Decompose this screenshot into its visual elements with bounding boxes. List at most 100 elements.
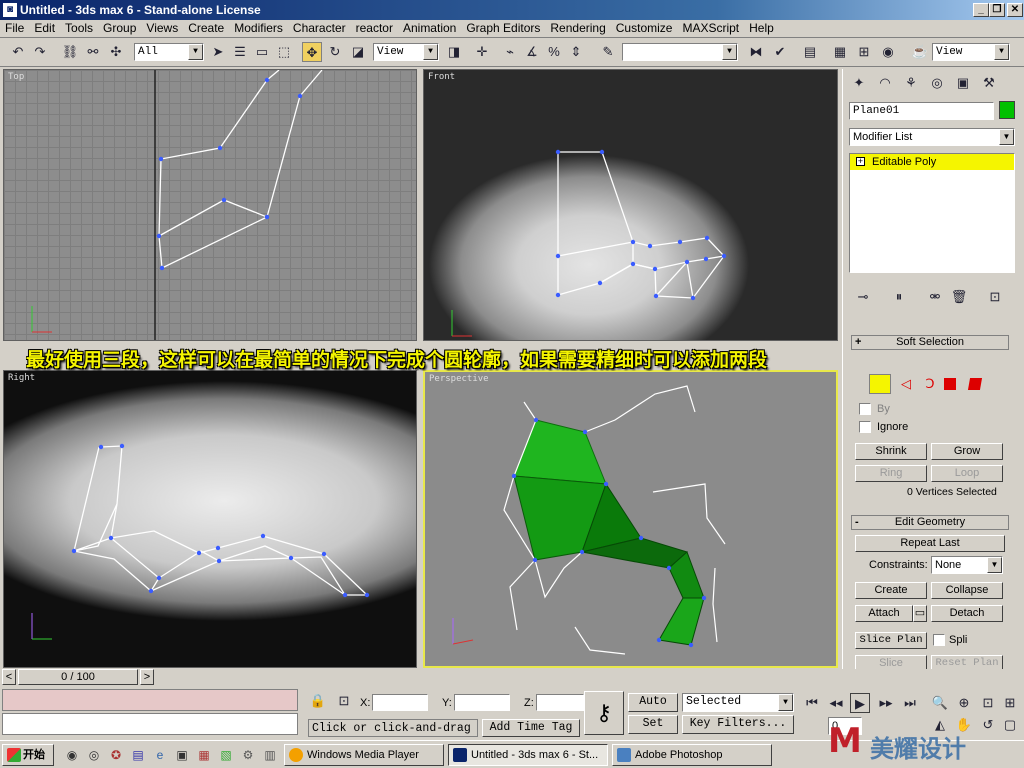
- viewport-top[interactable]: Top: [3, 69, 417, 341]
- menu-rendering[interactable]: Rendering: [545, 20, 610, 37]
- minimize-button[interactable]: _: [973, 3, 989, 17]
- menu-modifiers[interactable]: Modifiers: [229, 20, 288, 37]
- menu-file[interactable]: File: [0, 20, 29, 37]
- constraints-dropdown[interactable]: None ▼: [931, 556, 1003, 574]
- select-arrow-icon[interactable]: ➤: [208, 42, 228, 62]
- select-by-name-icon[interactable]: ☰: [230, 42, 250, 62]
- object-color-swatch[interactable]: [999, 101, 1015, 119]
- viewport-right[interactable]: Right: [3, 370, 417, 668]
- rect-selection-icon[interactable]: ▭: [252, 42, 272, 62]
- menu-animation[interactable]: Animation: [398, 20, 461, 37]
- scale-icon[interactable]: ◪: [348, 42, 368, 62]
- auto-key-button[interactable]: Auto Key: [628, 693, 678, 712]
- key-mode-dropdown[interactable]: Selected ▼: [682, 693, 794, 712]
- z-coordinate-field[interactable]: [536, 694, 584, 711]
- grow-button[interactable]: Grow: [931, 443, 1003, 460]
- edge-subobject-icon[interactable]: ◁: [895, 374, 917, 394]
- menu-create[interactable]: Create: [183, 20, 229, 37]
- task-3ds-max[interactable]: Untitled - 3ds max 6 - St...: [448, 744, 608, 766]
- repeat-last-button[interactable]: Repeat Last: [855, 535, 1005, 552]
- curve-editor-icon[interactable]: ▦: [830, 42, 850, 62]
- collapse-button[interactable]: Collapse: [931, 582, 1003, 599]
- menu-customize[interactable]: Customize: [611, 20, 678, 37]
- pivot-center-icon[interactable]: ◨: [444, 42, 464, 62]
- set-key-icon[interactable]: ⚷: [584, 691, 624, 735]
- viewport-label-perspective[interactable]: Perspective: [429, 374, 489, 384]
- attach-list-icon[interactable]: ▭: [913, 605, 927, 622]
- detach-button[interactable]: Detach: [931, 605, 1003, 622]
- time-next-button[interactable]: >: [140, 669, 154, 685]
- quick-launch-media-icon[interactable]: ◉: [64, 747, 80, 763]
- zoom-icon[interactable]: 🔍: [930, 693, 950, 713]
- quick-launch-powerpoint-icon[interactable]: ▦: [196, 747, 212, 763]
- absolute-mode-icon[interactable]: ⊡: [334, 691, 354, 711]
- quick-launch-tool-icon[interactable]: ▣: [174, 747, 190, 763]
- expand-icon[interactable]: +: [856, 157, 865, 166]
- vertex-subobject-icon[interactable]: [869, 374, 891, 394]
- manipulate-icon[interactable]: ✛: [472, 42, 492, 62]
- selection-filter-dropdown[interactable]: All ▼: [134, 43, 204, 61]
- viewport-front[interactable]: Front: [423, 69, 838, 341]
- quick-launch-word-icon[interactable]: ▤: [130, 747, 146, 763]
- previous-frame-icon[interactable]: ◂◂: [826, 693, 846, 713]
- modifier-list-dropdown[interactable]: Modifier List ▼: [849, 128, 1015, 146]
- border-subobject-icon[interactable]: Ↄ: [919, 374, 941, 394]
- display-tab-icon[interactable]: ▣: [953, 73, 973, 93]
- window-crossing-icon[interactable]: ⬚: [274, 42, 294, 62]
- link-icon[interactable]: ⛓: [60, 42, 80, 62]
- render-type-dropdown[interactable]: View ▼: [932, 43, 1010, 61]
- layer-manager-icon[interactable]: ▤: [800, 42, 820, 62]
- polygon-subobject-icon[interactable]: [944, 378, 956, 390]
- percent-snap-icon[interactable]: %: [544, 42, 564, 62]
- quick-launch-extra2-icon[interactable]: ▥: [262, 747, 278, 763]
- menu-views[interactable]: Views: [141, 20, 183, 37]
- menu-character[interactable]: Character: [288, 20, 351, 37]
- menu-reactor[interactable]: reactor: [351, 20, 398, 37]
- start-button[interactable]: 开始: [2, 744, 54, 766]
- zoom-extents-all-icon[interactable]: ⊞: [1000, 693, 1020, 713]
- edit-named-selections-icon[interactable]: ✎: [598, 42, 618, 62]
- zoom-all-icon[interactable]: ⊕: [954, 693, 974, 713]
- element-subobject-icon[interactable]: [967, 378, 983, 390]
- zoom-extents-icon[interactable]: ⊡: [978, 693, 998, 713]
- remove-modifier-icon[interactable]: 🗑: [949, 287, 969, 307]
- quick-launch-app-icon[interactable]: ✪: [108, 747, 124, 763]
- quick-launch-excel-icon[interactable]: ▧: [218, 747, 234, 763]
- bind-spacewarp-icon[interactable]: ✣: [106, 42, 126, 62]
- viewport-perspective[interactable]: Perspective: [423, 370, 838, 668]
- ring-button[interactable]: Ring: [855, 465, 927, 482]
- menu-tools[interactable]: Tools: [60, 20, 98, 37]
- maxscript-listener-white[interactable]: [2, 713, 298, 735]
- make-unique-icon[interactable]: ⚮: [925, 287, 945, 307]
- slice-plane-button[interactable]: Slice Plan: [855, 632, 927, 649]
- angle-snap-icon[interactable]: ∡: [522, 42, 542, 62]
- key-filters-button[interactable]: Key Filters...: [682, 715, 794, 734]
- menu-group[interactable]: Group: [98, 20, 141, 37]
- lock-selection-icon[interactable]: 🔒: [308, 691, 328, 711]
- create-tab-icon[interactable]: ✦: [849, 73, 869, 93]
- split-checkbox[interactable]: [933, 634, 945, 646]
- create-button[interactable]: Create: [855, 582, 927, 599]
- viewport-label-front[interactable]: Front: [428, 72, 455, 82]
- quick-launch-ie-icon[interactable]: e: [152, 747, 168, 763]
- menu-maxscript[interactable]: MAXScript: [677, 20, 744, 37]
- unlink-icon[interactable]: ⚯: [83, 42, 103, 62]
- attach-button[interactable]: Attach: [855, 605, 913, 622]
- mirror-icon[interactable]: ⧓: [746, 42, 766, 62]
- motion-tab-icon[interactable]: ◎: [927, 73, 947, 93]
- shrink-button[interactable]: Shrink: [855, 443, 927, 460]
- pin-stack-icon[interactable]: ⊸: [853, 287, 873, 307]
- play-icon[interactable]: ▶: [850, 693, 870, 713]
- time-slider[interactable]: 0 / 100: [18, 669, 138, 685]
- y-coordinate-field[interactable]: [454, 694, 510, 711]
- schematic-view-icon[interactable]: ⊞: [854, 42, 874, 62]
- go-to-end-icon[interactable]: ⏭: [900, 693, 920, 713]
- render-scene-icon[interactable]: ☕: [910, 42, 930, 62]
- show-end-result-icon[interactable]: ⏸: [889, 287, 909, 307]
- snap-icon[interactable]: ⌁: [500, 42, 520, 62]
- x-coordinate-field[interactable]: [372, 694, 428, 711]
- next-frame-icon[interactable]: ▸▸: [876, 693, 896, 713]
- menu-edit[interactable]: Edit: [29, 20, 60, 37]
- quick-launch-desktop-icon[interactable]: ◎: [86, 747, 102, 763]
- undo-icon[interactable]: ↶: [8, 42, 28, 62]
